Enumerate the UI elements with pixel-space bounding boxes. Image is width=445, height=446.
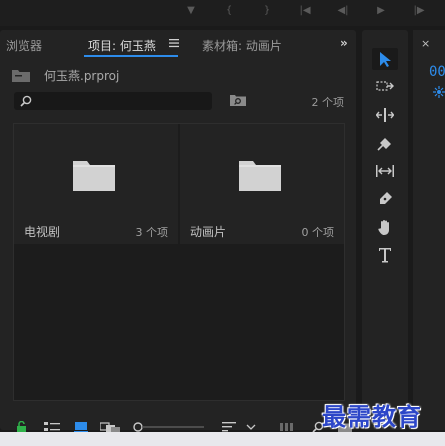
item-count: 2 个项 <box>311 96 345 109</box>
window-bottom-edge <box>0 432 445 446</box>
bin-item-name: 电视剧 <box>24 225 61 239</box>
marker-icon[interactable]: ▼ <box>185 5 197 16</box>
program-monitor-panel: × 00 <box>413 30 445 430</box>
ripple-edit-icon <box>376 108 394 122</box>
pen-tool[interactable] <box>372 188 398 210</box>
tab-browser[interactable]: 浏览器 <box>6 37 42 54</box>
bin-item-animation[interactable]: 动画片 0 个项 <box>180 124 344 244</box>
play-icon[interactable]: ▶ <box>375 5 387 16</box>
ripple-edit-tool[interactable] <box>372 104 398 126</box>
bin-item-count: 0 个项 <box>301 226 335 239</box>
razor-tool[interactable] <box>372 132 398 154</box>
selection-tool[interactable] <box>372 48 398 70</box>
search-input[interactable] <box>14 92 212 110</box>
arrow-cursor-icon <box>380 52 391 67</box>
razor-icon <box>377 138 391 151</box>
project-file-row: 何玉燕.prproj <box>12 66 119 84</box>
slip-icon <box>376 165 394 177</box>
slip-tool[interactable] <box>372 160 398 182</box>
bin-grid: 电视剧 3 个项 动画片 0 个项 <box>13 123 345 401</box>
go-to-in-icon[interactable]: |◀ <box>299 5 311 16</box>
folder-icon <box>239 161 281 191</box>
hand-icon <box>378 220 389 235</box>
pen-icon <box>380 192 392 204</box>
project-panel: 浏览器 项目: 何玉燕 素材箱: 动画片 » 何玉燕.prproj 2 个项 电… <box>0 30 356 433</box>
search-icon <box>20 95 32 107</box>
type-icon <box>379 248 391 263</box>
active-tab-indicator <box>84 55 178 57</box>
out-point-icon[interactable]: } <box>261 5 273 16</box>
in-point-icon[interactable]: { <box>223 5 235 16</box>
type-tool[interactable] <box>372 244 398 266</box>
top-transport-strip: ▼ { } |◀ ◀| ▶ |▶ <box>0 0 445 26</box>
track-select-icon <box>376 81 394 91</box>
find-bin-icon[interactable] <box>230 94 246 106</box>
timecode-display[interactable]: 00 <box>429 64 445 80</box>
panel-tabs: 浏览器 项目: 何玉燕 素材箱: 动画片 » <box>0 30 356 58</box>
panel-menu-icon[interactable] <box>169 38 179 48</box>
folder-icon <box>73 161 115 191</box>
step-back-icon[interactable]: ◀| <box>337 5 349 16</box>
hand-tool[interactable] <box>372 216 398 238</box>
project-file-name: 何玉燕.prproj <box>44 68 120 83</box>
panel-overflow-icon[interactable]: » <box>340 36 348 50</box>
bin-item-tv-series[interactable]: 电视剧 3 个项 <box>14 124 178 244</box>
tab-project[interactable]: 项目: 何玉燕 <box>88 37 156 54</box>
snap-icon[interactable] <box>433 86 445 98</box>
track-select-tool[interactable] <box>372 76 398 98</box>
project-folder-icon <box>12 69 30 82</box>
close-icon[interactable]: × <box>421 37 430 50</box>
tab-bin[interactable]: 素材箱: 动画片 <box>202 37 282 54</box>
bin-item-name: 动画片 <box>190 225 227 239</box>
bin-item-count: 3 个项 <box>135 226 169 239</box>
tools-panel <box>362 30 408 430</box>
step-forward-icon[interactable]: |▶ <box>413 5 425 16</box>
watermark-logo: 最需教育 <box>322 402 422 431</box>
